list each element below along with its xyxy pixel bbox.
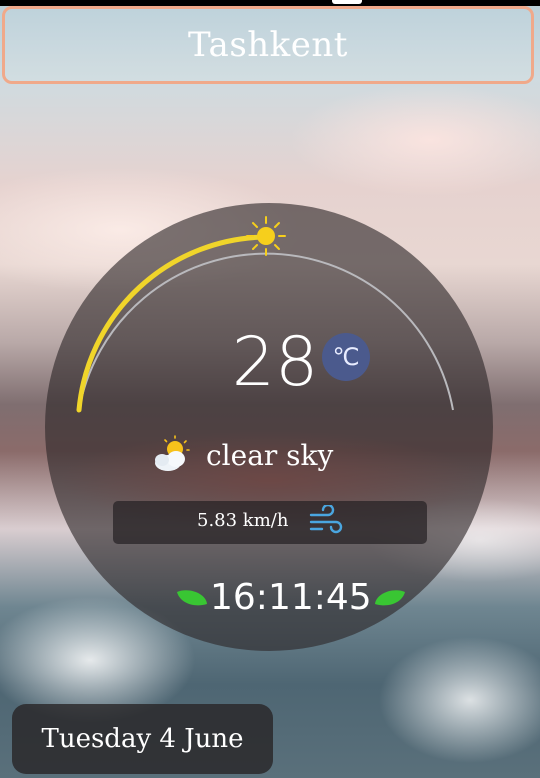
condition-label: clear sky [206,438,334,472]
clock: 16:11:45 [176,572,406,624]
temperature-unit-toggle[interactable]: ℃ [322,333,370,381]
date-display: Tuesday 4 June [12,704,273,774]
temperature-value: 28 [231,323,319,402]
sun-behind-cloud-icon [155,435,190,471]
clock-time: 16:11:45 [210,577,372,618]
weather-screen: Tashkent 28 ℃ clear sky 5.83 km/h 16:11:… [0,0,540,778]
weather-condition: clear sky [150,430,333,480]
status-bar-indicator [332,0,362,4]
wind-speed: 5.83 km/h [197,510,289,531]
leaf-right-icon [374,590,405,606]
date-label: Tuesday 4 June [41,724,244,754]
city-header[interactable]: Tashkent [2,6,534,84]
city-name: Tashkent [188,25,348,65]
leaf-left-icon [177,590,207,606]
wind-icon [309,505,343,534]
sun-icon [246,216,286,256]
